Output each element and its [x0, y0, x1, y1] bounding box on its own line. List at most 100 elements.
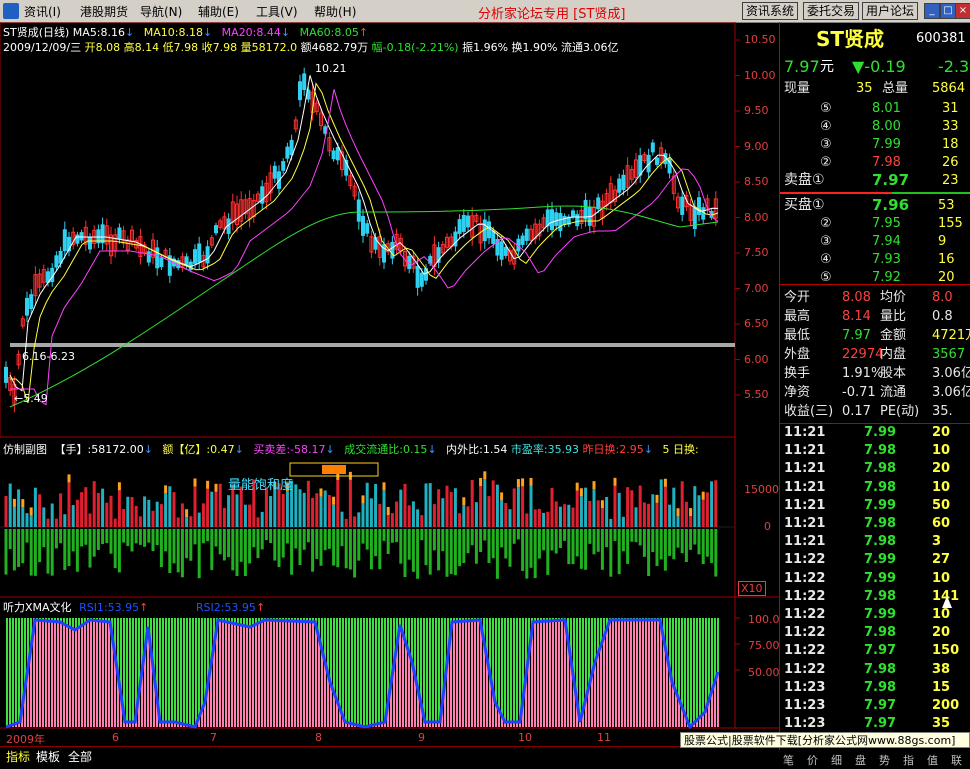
tab-detail[interactable]: 细: [831, 752, 842, 768]
candle-body: [419, 272, 424, 287]
candle-body: [503, 246, 508, 256]
volume-bar: [382, 490, 386, 527]
bid-level: 买盘①: [784, 197, 825, 213]
float-label: 流通3.06亿: [560, 41, 619, 54]
tick-price: 7.97: [864, 716, 897, 732]
menu-hk-futures[interactable]: 港股期货: [80, 3, 128, 20]
menu-tools[interactable]: 工具(V): [256, 3, 298, 20]
bid-row[interactable]: ② 7.95 155: [780, 215, 970, 232]
tick-time: 11:21: [784, 497, 826, 513]
rsi-fill-top: [510, 618, 512, 722]
rsi-fill-top: [360, 618, 362, 726]
volume-bar-neg: [445, 529, 449, 577]
trade-button[interactable]: 委托交易: [803, 2, 860, 20]
rsi-fill-top: [366, 618, 368, 727]
volume-bar-neg: [75, 529, 79, 572]
sub1-pe: 市盈率:35.93: [510, 443, 580, 456]
rsi-fill-bottom: [549, 621, 551, 727]
volume-bar: [294, 484, 298, 527]
volume-bar: [399, 489, 403, 527]
close-icon[interactable]: ×: [955, 3, 970, 19]
rsi-fill-bottom: [555, 620, 557, 727]
tab-index[interactable]: 指: [903, 752, 914, 768]
volume-cap: [12, 498, 16, 507]
tick-time: 11:21: [784, 534, 826, 550]
tab-link[interactable]: 联: [951, 752, 962, 768]
bid-row[interactable]: ③ 7.94 9: [780, 233, 970, 250]
volume-bar-neg: [155, 529, 159, 546]
ask-row[interactable]: ② 7.98 26: [780, 154, 970, 171]
price-axis-label: 7.00: [744, 282, 769, 295]
status-banner[interactable]: 股票公式|股票软件下载[分析家公式网www.88gs.com]: [680, 732, 970, 748]
volume-bar-neg: [701, 529, 705, 564]
volume-bar-neg: [588, 529, 592, 544]
volume-bar-neg: [634, 529, 638, 543]
candle-body: [655, 157, 659, 165]
rsi-fill-bottom: [291, 621, 293, 727]
chart-area[interactable]: ST贤成(日线) MA5:8.16↓ MA10:8.18↓ MA20:8.44↓…: [0, 22, 780, 750]
rsi-fill-bottom: [564, 620, 566, 727]
tab-template[interactable]: 模板: [36, 748, 60, 765]
rsi-fill-bottom: [642, 620, 644, 727]
rsi-fill-top: [417, 618, 419, 686]
volume-cap: [600, 500, 604, 509]
volume-bar-neg: [407, 529, 411, 560]
rsi-fill-bottom: [144, 656, 146, 727]
tab-price[interactable]: 价: [807, 752, 818, 768]
volume-bar: [651, 494, 655, 527]
volume-bar: [605, 496, 609, 527]
rsi-fill-top: [123, 618, 125, 709]
volume-bar: [306, 480, 310, 527]
tick-price: 7.98: [864, 516, 897, 531]
price-unit: 元: [820, 59, 834, 75]
ask-price: 8.00: [872, 119, 901, 134]
volume-bar: [285, 490, 289, 527]
kline-chart[interactable]: [0, 22, 779, 750]
tab-trend[interactable]: 势: [879, 752, 890, 768]
volume-bar: [365, 482, 369, 527]
tab-value[interactable]: 值: [927, 752, 938, 768]
tab-tick[interactable]: 笔: [783, 752, 794, 768]
tick-vol: 15: [932, 679, 951, 695]
volume-bar: [164, 493, 168, 527]
tick-row: 11:22 7.99 27: [780, 551, 970, 568]
volume-cap: [529, 477, 533, 486]
rsi-fill-bottom: [72, 628, 74, 727]
bid-row[interactable]: ④ 7.93 16: [780, 251, 970, 268]
volume-bar-neg: [479, 529, 483, 552]
menu-nav[interactable]: 导航(N): [140, 3, 182, 20]
volume-bar-neg: [311, 529, 315, 572]
menu-help[interactable]: 帮助(H): [314, 3, 356, 20]
rsi-fill-bottom: [303, 621, 305, 727]
volume-bar-neg: [180, 529, 184, 578]
menu-info[interactable]: 资讯(I): [24, 3, 61, 20]
maximize-icon[interactable]: □: [940, 3, 956, 19]
forum-button[interactable]: 用户论坛: [862, 2, 919, 20]
volume-bar: [159, 504, 163, 527]
rsi-fill-top: [711, 618, 713, 694]
volume-bar: [336, 479, 340, 527]
minimize-icon[interactable]: _: [924, 3, 940, 19]
price-axis-label: 7.50: [744, 246, 769, 259]
menu-assist[interactable]: 辅助(E): [198, 3, 239, 20]
volume-bar-neg: [315, 529, 319, 559]
volume-bar: [323, 490, 327, 527]
rsi-fill-bottom: [546, 621, 548, 727]
bid-row[interactable]: 买盘① 7.96 53: [780, 197, 970, 214]
candle-body: [298, 81, 302, 101]
tab-all[interactable]: 全部: [68, 748, 92, 765]
volume-bar: [420, 515, 424, 527]
ask-row[interactable]: ③ 7.99 18: [780, 136, 970, 153]
volume-bar: [479, 485, 483, 527]
rsi-fill-bottom: [270, 620, 272, 727]
tab-indicator[interactable]: 指标: [6, 748, 30, 765]
ask-row[interactable]: ④ 8.00 33: [780, 118, 970, 135]
volume-bar-neg: [655, 529, 659, 566]
sub1-scale[interactable]: X10: [738, 581, 766, 596]
tab-board[interactable]: 盘: [855, 752, 866, 768]
ask-row[interactable]: ⑤ 8.01 31: [780, 100, 970, 117]
ask-row[interactable]: 卖盘① 7.97 23: [780, 172, 970, 189]
volume-bar: [218, 483, 222, 527]
rsi-fill-bottom: [246, 626, 248, 727]
info-system-button[interactable]: 资讯系统: [742, 2, 799, 20]
